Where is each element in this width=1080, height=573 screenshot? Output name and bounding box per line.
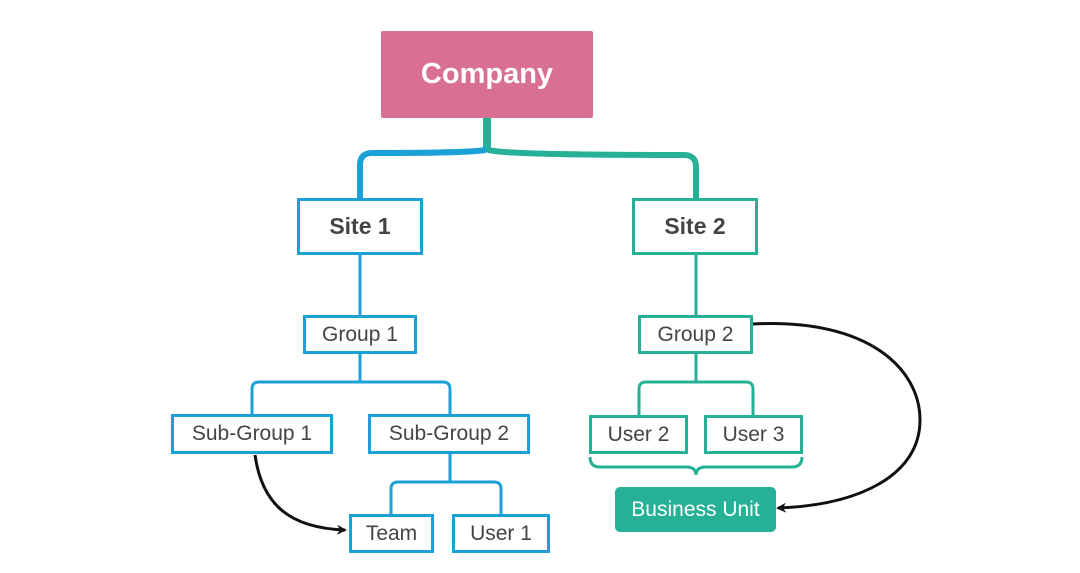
- node-user3-label: User 3: [722, 422, 785, 446]
- node-group2[interactable]: Group 2: [638, 315, 753, 354]
- node-user2-label: User 2: [607, 422, 670, 446]
- node-subgroup1[interactable]: Sub-Group 1: [171, 414, 333, 454]
- node-group1-label: Group 1: [322, 322, 398, 346]
- node-user2[interactable]: User 2: [589, 415, 688, 454]
- connector-group2-users: [637, 353, 755, 416]
- node-group1[interactable]: Group 1: [303, 315, 417, 354]
- node-site1[interactable]: Site 1: [297, 198, 423, 255]
- connector-subgroup2-children: [389, 452, 503, 515]
- node-user1[interactable]: User 1: [452, 514, 550, 553]
- brace-users: [588, 456, 804, 476]
- connector-company-site1: [357, 147, 488, 202]
- node-company[interactable]: Company: [381, 31, 593, 118]
- arrow-subgroup1-team: [253, 454, 347, 535]
- node-team[interactable]: Team: [349, 514, 434, 553]
- node-user3[interactable]: User 3: [704, 415, 803, 454]
- node-site1-label: Site 1: [329, 213, 391, 239]
- node-group2-label: Group 2: [657, 322, 734, 346]
- connector-company-site2: [486, 147, 699, 202]
- node-company-label: Company: [420, 58, 554, 90]
- node-site2[interactable]: Site 2: [632, 198, 758, 255]
- node-user1-label: User 1: [470, 521, 532, 545]
- connector-group1-subgroups: [250, 353, 452, 416]
- node-subgroup1-label: Sub-Group 1: [191, 422, 313, 445]
- node-business-unit[interactable]: Business Unit: [615, 487, 776, 532]
- node-site2-label: Site 2: [664, 213, 726, 239]
- node-team-label: Team: [365, 521, 418, 545]
- node-subgroup2[interactable]: Sub-Group 2: [368, 414, 530, 454]
- node-business-unit-label: Business Unit: [631, 497, 760, 521]
- node-subgroup2-label: Sub-Group 2: [388, 422, 510, 445]
